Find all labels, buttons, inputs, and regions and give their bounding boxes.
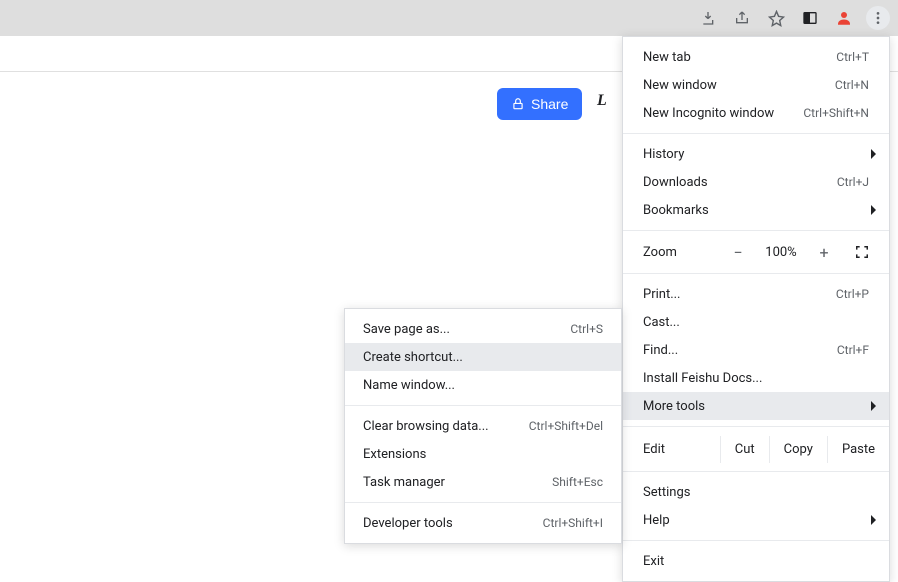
menu-new-tab[interactable]: New tab Ctrl+T xyxy=(623,43,889,71)
zoom-value: 100% xyxy=(761,245,801,260)
menu-label: Downloads xyxy=(643,175,708,190)
menu-label: Cast... xyxy=(643,315,680,330)
menu-label: Install Feishu Docs... xyxy=(643,371,762,386)
menu-exit[interactable]: Exit xyxy=(623,547,889,575)
chevron-right-icon xyxy=(869,205,877,215)
profile-avatar-icon[interactable] xyxy=(832,6,856,30)
menu-label: History xyxy=(643,147,684,162)
chevron-right-icon xyxy=(869,515,877,525)
menu-separator xyxy=(345,502,621,503)
menu-separator xyxy=(623,426,889,427)
menu-label: Find... xyxy=(643,343,678,358)
copy-button[interactable]: Copy xyxy=(769,436,827,463)
zoom-in-button[interactable]: + xyxy=(817,243,831,262)
menu-shortcut: Ctrl+F xyxy=(837,343,869,357)
menu-shortcut: Ctrl+J xyxy=(837,175,869,189)
truncated-element: L xyxy=(597,92,607,110)
menu-shortcut: Ctrl+S xyxy=(570,322,603,336)
browser-toolbar xyxy=(0,0,898,36)
menu-shortcut: Ctrl+Shift+I xyxy=(543,516,603,530)
menu-label: Developer tools xyxy=(363,516,453,531)
menu-more-tools[interactable]: More tools xyxy=(623,392,889,420)
menu-label: New tab xyxy=(643,50,691,65)
chevron-right-icon xyxy=(869,149,877,159)
menu-history[interactable]: History xyxy=(623,140,889,168)
menu-new-incognito[interactable]: New Incognito window Ctrl+Shift+N xyxy=(623,99,889,127)
menu-settings[interactable]: Settings xyxy=(623,478,889,506)
edit-actions: Cut Copy Paste xyxy=(720,436,889,463)
menu-label: Print... xyxy=(643,287,680,302)
share-page-icon[interactable] xyxy=(730,6,754,30)
menu-label: Save page as... xyxy=(363,322,450,337)
menu-help[interactable]: Help xyxy=(623,506,889,534)
menu-label: Clear browsing data... xyxy=(363,419,489,434)
zoom-out-button[interactable]: − xyxy=(731,243,745,262)
share-button[interactable]: Share xyxy=(497,88,582,120)
menu-label: More tools xyxy=(643,399,705,414)
submenu-extensions[interactable]: Extensions xyxy=(345,440,621,468)
zoom-label: Zoom xyxy=(643,245,731,260)
menu-label: New Incognito window xyxy=(643,106,774,121)
menu-label: Task manager xyxy=(363,475,445,490)
menu-print[interactable]: Print... Ctrl+P xyxy=(623,280,889,308)
menu-separator xyxy=(623,273,889,274)
submenu-clear-browsing[interactable]: Clear browsing data... Ctrl+Shift+Del xyxy=(345,412,621,440)
menu-separator xyxy=(623,230,889,231)
menu-install-app[interactable]: Install Feishu Docs... xyxy=(623,364,889,392)
submenu-save-page[interactable]: Save page as... Ctrl+S xyxy=(345,315,621,343)
bookmark-star-icon[interactable] xyxy=(764,6,788,30)
more-tools-submenu: Save page as... Ctrl+S Create shortcut..… xyxy=(344,308,622,544)
menu-downloads[interactable]: Downloads Ctrl+J xyxy=(623,168,889,196)
cut-button[interactable]: Cut xyxy=(720,436,769,463)
download-icon[interactable] xyxy=(696,6,720,30)
menu-separator xyxy=(623,540,889,541)
menu-label: Extensions xyxy=(363,447,426,462)
chrome-main-menu: New tab Ctrl+T New window Ctrl+N New Inc… xyxy=(622,36,890,582)
menu-separator xyxy=(623,133,889,134)
menu-cast[interactable]: Cast... xyxy=(623,308,889,336)
menu-shortcut: Ctrl+Shift+Del xyxy=(529,419,603,433)
menu-shortcut: Ctrl+Shift+N xyxy=(803,106,869,120)
menu-shortcut: Ctrl+P xyxy=(836,287,869,301)
edit-label: Edit xyxy=(623,436,720,463)
submenu-name-window[interactable]: Name window... xyxy=(345,371,621,399)
menu-label: Name window... xyxy=(363,378,455,393)
submenu-task-manager[interactable]: Task manager Shift+Esc xyxy=(345,468,621,496)
menu-shortcut: Ctrl+T xyxy=(836,50,869,64)
menu-new-window[interactable]: New window Ctrl+N xyxy=(623,71,889,99)
menu-shortcut: Shift+Esc xyxy=(552,475,603,489)
menu-zoom-row: Zoom − 100% + xyxy=(623,237,889,267)
menu-find[interactable]: Find... Ctrl+F xyxy=(623,336,889,364)
menu-shortcut: Ctrl+N xyxy=(835,78,869,92)
paste-button[interactable]: Paste xyxy=(827,436,889,463)
share-button-label: Share xyxy=(531,96,568,112)
menu-label: New window xyxy=(643,78,717,93)
menu-label: Create shortcut... xyxy=(363,350,463,365)
menu-label: Settings xyxy=(643,485,690,500)
menu-separator xyxy=(623,471,889,472)
menu-edit-row: Edit Cut Copy Paste xyxy=(623,433,889,465)
fullscreen-icon[interactable] xyxy=(855,245,869,259)
menu-label: Bookmarks xyxy=(643,203,709,218)
chevron-right-icon xyxy=(869,401,877,411)
menu-label: Help xyxy=(643,513,670,528)
submenu-create-shortcut[interactable]: Create shortcut... xyxy=(345,343,621,371)
zoom-controls: − 100% + xyxy=(731,243,869,262)
menu-separator xyxy=(345,405,621,406)
side-panel-icon[interactable] xyxy=(798,6,822,30)
menu-label: Exit xyxy=(643,554,664,569)
menu-bookmarks[interactable]: Bookmarks xyxy=(623,196,889,224)
lock-icon xyxy=(511,97,525,111)
kebab-menu-icon[interactable] xyxy=(866,6,890,30)
submenu-developer-tools[interactable]: Developer tools Ctrl+Shift+I xyxy=(345,509,621,537)
